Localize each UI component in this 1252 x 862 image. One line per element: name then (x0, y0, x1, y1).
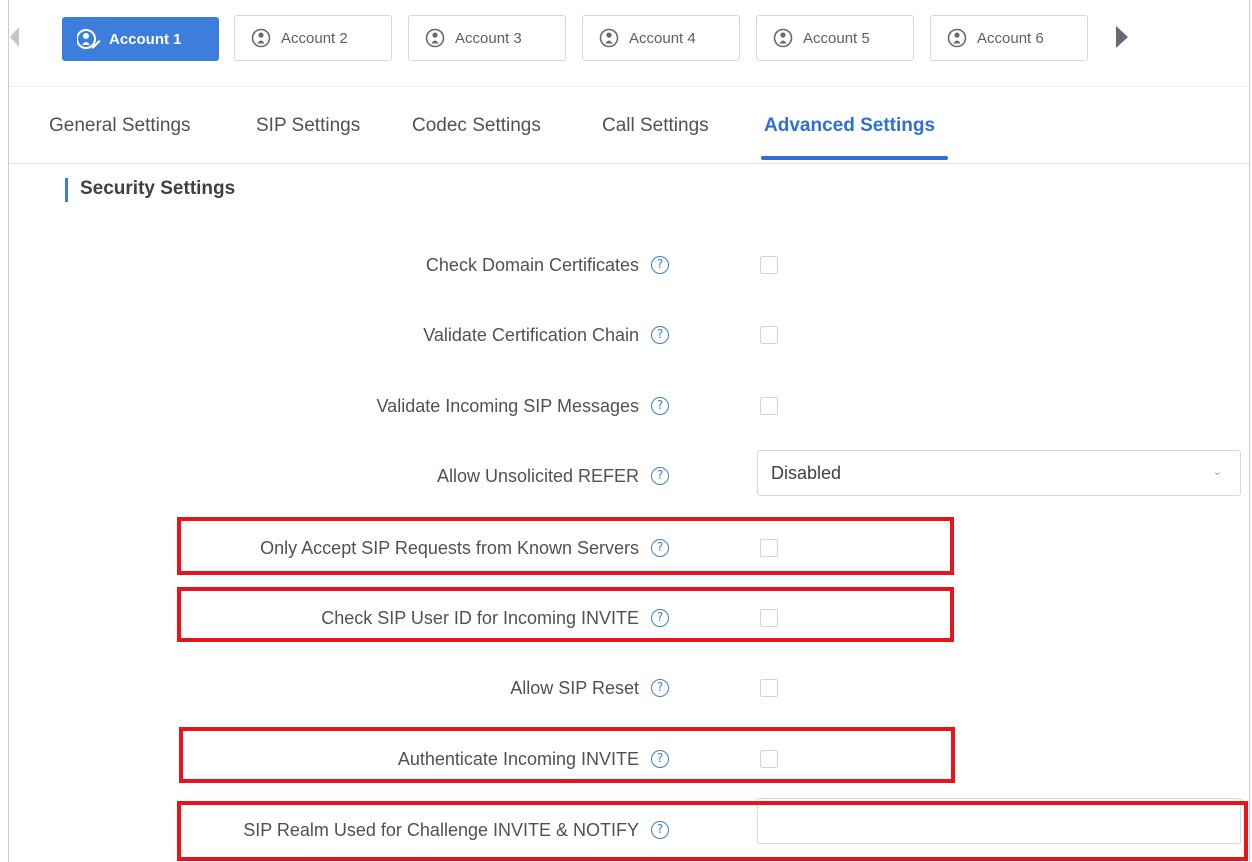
field-row-check-domain-certificates: Check Domain Certificates ? (0, 246, 1252, 286)
field-row-validate-certification-chain: Validate Certification Chain ? (0, 316, 1252, 356)
validate-incoming-sip-messages-checkbox[interactable] (760, 397, 778, 415)
tab-call-settings[interactable]: Call Settings (602, 115, 709, 137)
tab-account-3-label: Account 3 (455, 29, 522, 47)
tab-general-settings[interactable]: General Settings (49, 115, 191, 137)
tab-account-2[interactable]: Account 2 (234, 15, 392, 61)
field-label: Authenticate Incoming INVITE (397, 749, 639, 769)
chevron-down-icon: ⌄ (1212, 465, 1222, 478)
validate-certification-chain-checkbox[interactable] (760, 326, 778, 344)
tab-account-4-label: Account 4 (629, 29, 696, 47)
field-row-validate-incoming-sip-messages: Validate Incoming SIP Messages ? (0, 387, 1252, 427)
help-icon[interactable]: ? (651, 750, 669, 768)
tab-account-2-label: Account 2 (281, 29, 348, 47)
field-label: Validate Incoming SIP Messages (376, 396, 639, 416)
help-icon[interactable]: ? (651, 539, 669, 557)
tab-account-6[interactable]: Account 6 (930, 15, 1088, 61)
field-label: Allow SIP Reset (510, 678, 639, 698)
help-icon[interactable]: ? (651, 256, 669, 274)
check-domain-certificates-checkbox[interactable] (760, 256, 778, 274)
field-label: Allow Unsolicited REFER (436, 466, 639, 486)
user-icon (947, 28, 967, 48)
field-row-allow-sip-reset: Allow SIP Reset ? (0, 669, 1252, 709)
scroll-right-icon[interactable] (1116, 26, 1128, 48)
section-title: Security Settings (80, 178, 236, 199)
field-label: Only Accept SIP Requests from Known Serv… (260, 538, 639, 558)
tab-account-3[interactable]: Account 3 (408, 15, 566, 61)
help-icon[interactable]: ? (651, 609, 669, 627)
field-label: Validate Certification Chain (423, 325, 639, 345)
help-icon[interactable]: ? (651, 397, 669, 415)
field-row-authenticate-incoming-invite: Authenticate Incoming INVITE ? (0, 740, 1252, 780)
page-border-right (1249, 0, 1250, 862)
only-accept-known-servers-checkbox[interactable] (760, 539, 778, 557)
allow-unsolicited-refer-select[interactable]: Disabled ⌄ (757, 450, 1241, 496)
field-row-sip-realm: SIP Realm Used for Challenge INVITE & NO… (0, 798, 1252, 851)
tab-account-4[interactable]: Account 4 (582, 15, 740, 61)
select-value: Disabled (771, 463, 842, 483)
settings-tab-bar: General Settings SIP Settings Codec Sett… (9, 86, 1249, 164)
user-icon (251, 28, 271, 48)
scroll-left-icon[interactable] (10, 27, 19, 47)
active-tab-indicator (761, 156, 948, 160)
tab-codec-settings[interactable]: Codec Settings (412, 115, 541, 137)
user-icon (425, 28, 445, 48)
user-icon (599, 28, 619, 48)
tab-sip-settings[interactable]: SIP Settings (256, 115, 360, 137)
help-icon[interactable]: ? (651, 679, 669, 697)
user-icon (773, 28, 793, 48)
sip-realm-input[interactable] (757, 798, 1241, 844)
allow-sip-reset-checkbox[interactable] (760, 679, 778, 697)
tab-account-6-label: Account 6 (977, 29, 1044, 47)
help-icon[interactable]: ? (651, 467, 669, 485)
tab-account-5-label: Account 5 (803, 29, 870, 47)
tab-account-1[interactable]: Account 1 (62, 17, 219, 61)
help-icon[interactable]: ? (651, 821, 669, 839)
tab-advanced-settings[interactable]: Advanced Settings (764, 115, 935, 137)
field-label: SIP Realm Used for Challenge INVITE & NO… (243, 820, 639, 840)
field-label: Check SIP User ID for Incoming INVITE (321, 608, 639, 628)
field-row-allow-unsolicited-refer: Allow Unsolicited REFER ? Disabled ⌄ (0, 450, 1252, 497)
authenticate-incoming-invite-checkbox[interactable] (760, 750, 778, 768)
check-sip-user-id-checkbox[interactable] (760, 609, 778, 627)
tab-account-1-label: Account 1 (109, 30, 182, 48)
section-marker (65, 178, 68, 202)
field-row-only-accept-sip-requests: Only Accept SIP Requests from Known Serv… (0, 529, 1252, 569)
user-edit-icon (77, 29, 101, 49)
help-icon[interactable]: ? (651, 326, 669, 344)
tab-account-5[interactable]: Account 5 (756, 15, 914, 61)
field-row-check-sip-user-id: Check SIP User ID for Incoming INVITE ? (0, 599, 1252, 639)
field-label: Check Domain Certificates (425, 255, 639, 275)
